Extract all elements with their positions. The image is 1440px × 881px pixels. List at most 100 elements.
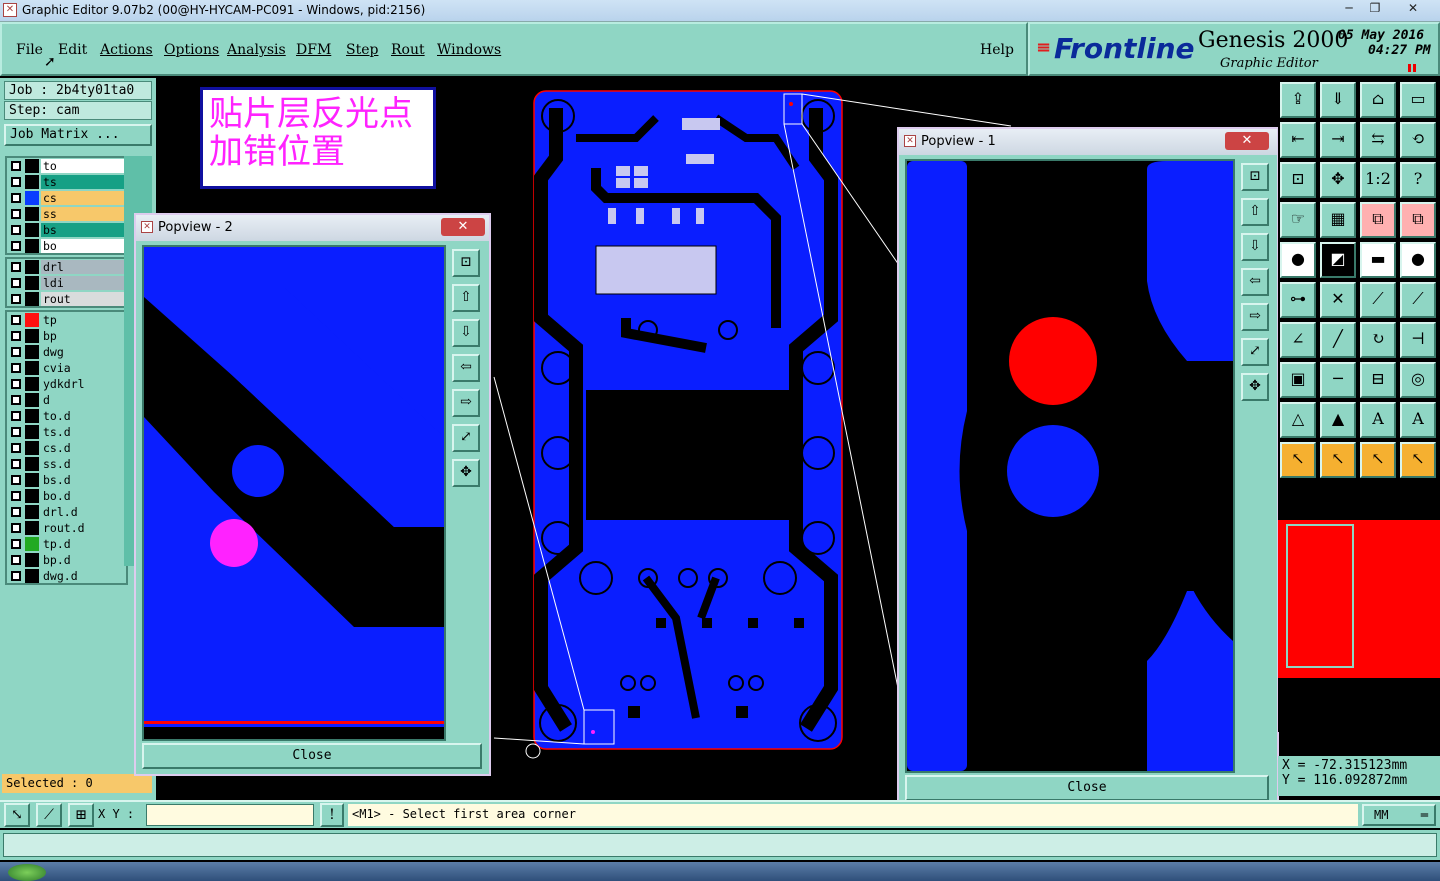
layer-name[interactable]: ss [41, 207, 125, 221]
layer-name[interactable]: d [41, 393, 125, 407]
layer-color-swatch[interactable] [25, 345, 39, 359]
layer-row-bp-d[interactable]: bp.d [7, 552, 126, 568]
triangle-icon[interactable]: △ [1280, 402, 1316, 438]
pan-left-icon[interactable]: ⇦ [452, 354, 480, 382]
layer-checkbox[interactable] [11, 262, 21, 272]
layers-red-icon[interactable]: ⧉ [1360, 202, 1396, 238]
layer-name[interactable]: cs [41, 191, 125, 205]
layer-name[interactable]: ts [41, 175, 125, 189]
zoom-fit-icon[interactable]: ⊡ [1280, 162, 1316, 198]
start-button-icon[interactable] [8, 864, 46, 881]
popview-1-close-icon[interactable]: ✕ [1225, 132, 1269, 150]
layer-row-ydkdrl[interactable]: ydkdrl [7, 376, 126, 392]
zoom-out-icon[interactable]: ⤢ [1241, 338, 1269, 366]
layer-row-bo[interactable]: bo [7, 238, 126, 254]
scale-icon[interactable]: 1:2 [1360, 162, 1396, 198]
layer-name[interactable]: bs.d [41, 473, 125, 487]
menu-analysis[interactable]: Analysis [227, 42, 286, 58]
layer-row-cs-d[interactable]: cs.d [7, 440, 126, 456]
layer-name[interactable]: drl [41, 260, 125, 274]
save-icon[interactable]: ⇓ [1320, 82, 1356, 118]
layer-row-bs[interactable]: bs [7, 222, 126, 238]
layer-color-swatch[interactable] [25, 175, 39, 189]
layer-checkbox[interactable] [11, 241, 21, 251]
layer-name[interactable]: cvia [41, 361, 125, 375]
box-icon[interactable]: ⊟ [1360, 362, 1396, 398]
layer-color-swatch[interactable] [25, 409, 39, 423]
layer-color-swatch[interactable] [25, 441, 39, 455]
layer-color-swatch[interactable] [25, 207, 39, 221]
layer-row-tp[interactable]: tp [7, 312, 126, 328]
layer-checkbox[interactable] [11, 225, 21, 235]
measure-icon[interactable]: ⟋ [36, 803, 62, 827]
triangle-arrow-icon[interactable]: A [1360, 402, 1396, 438]
menu-step[interactable]: Step [346, 42, 378, 58]
layer-checkbox[interactable] [11, 331, 21, 341]
hand-icon[interactable]: ☞ [1280, 202, 1316, 238]
layer-name[interactable]: cs.d [41, 441, 125, 455]
layer-checkbox[interactable] [11, 161, 21, 171]
zoom-out-icon[interactable]: ⤢ [452, 424, 480, 452]
layer-checkbox[interactable] [11, 539, 21, 549]
layer-row-tp-d[interactable]: tp.d [7, 536, 126, 552]
layer-color-swatch[interactable] [25, 377, 39, 391]
layer-color-swatch[interactable] [25, 425, 39, 439]
triangle-plus-icon[interactable]: A [1400, 402, 1436, 438]
pad-icon[interactable]: ● [1280, 242, 1316, 278]
layer-name[interactable]: rout.d [41, 521, 125, 535]
menu-windows[interactable]: Windows [437, 42, 501, 58]
layer-checkbox[interactable] [11, 491, 21, 501]
layer-name[interactable]: bo [41, 239, 125, 253]
zoom-in-icon[interactable]: ✥ [1241, 373, 1269, 401]
layer-name[interactable]: ldi [41, 276, 125, 290]
layer-checkbox[interactable] [11, 177, 21, 187]
layer-checkbox[interactable] [11, 278, 21, 288]
layer-color-swatch[interactable] [25, 489, 39, 503]
menu-file[interactable]: File [16, 42, 43, 58]
layer-row-ts[interactable]: ts [7, 174, 126, 190]
layer-name[interactable]: bp.d [41, 553, 125, 567]
layer-row-dwg[interactable]: dwg [7, 344, 126, 360]
popview-2-close-button[interactable]: Close [142, 743, 482, 769]
layer-checkbox[interactable] [11, 475, 21, 485]
layer-row-drl-d[interactable]: drl.d [7, 504, 126, 520]
layer-row-bo-d[interactable]: bo.d [7, 488, 126, 504]
help-icon[interactable]: ? [1400, 162, 1436, 198]
layer-color-swatch[interactable] [25, 553, 39, 567]
layer-row-bs-d[interactable]: bs.d [7, 472, 126, 488]
layer-checkbox[interactable] [11, 363, 21, 373]
layer-checkbox[interactable] [11, 395, 21, 405]
menu-rout[interactable]: Rout [391, 42, 425, 58]
layer-color-swatch[interactable] [25, 276, 39, 290]
layout-icon[interactable]: ▭ [1400, 82, 1436, 118]
layer-name[interactable]: bo.d [41, 489, 125, 503]
layer-checkbox[interactable] [11, 571, 21, 581]
layer-name[interactable]: bp [41, 329, 125, 343]
layer-checkbox[interactable] [11, 523, 21, 533]
layer-checkbox[interactable] [11, 411, 21, 421]
layer-row-drl[interactable]: drl [7, 259, 126, 275]
zoom-fit-icon[interactable]: ⊡ [452, 249, 480, 277]
layer-name[interactable]: tp.d [41, 537, 125, 551]
layer-checkbox[interactable] [11, 459, 21, 469]
popview-2-close-icon[interactable]: ✕ [441, 218, 485, 236]
menu-help[interactable]: Help [980, 42, 1014, 58]
command-line[interactable] [0, 830, 1440, 860]
import-icon[interactable]: ⇤ [1280, 122, 1316, 158]
layer-checkbox[interactable] [11, 209, 21, 219]
layer-color-swatch[interactable] [25, 569, 39, 583]
angle-icon[interactable]: ∠ [1280, 322, 1316, 358]
layer-checkbox[interactable] [11, 193, 21, 203]
layer-name[interactable]: dwg [41, 345, 125, 359]
maximize-button[interactable]: ❐ [1362, 0, 1388, 18]
layer-row-dwg-d[interactable]: dwg.d [7, 568, 126, 584]
layer-color-swatch[interactable] [25, 329, 39, 343]
connect-icon[interactable]: ⊶ [1280, 282, 1316, 318]
layer-row-ldi[interactable]: ldi [7, 275, 126, 291]
pointer-box-icon[interactable]: ↖ [1320, 442, 1356, 478]
menu-dfm[interactable]: DFM [296, 42, 331, 58]
home-icon[interactable]: ⌂ [1360, 82, 1396, 118]
ruler-icon[interactable]: ▬ [1360, 242, 1396, 278]
grid-icon[interactable]: ⊞ [68, 803, 94, 827]
snap-icon[interactable]: ⟲ [1400, 122, 1436, 158]
